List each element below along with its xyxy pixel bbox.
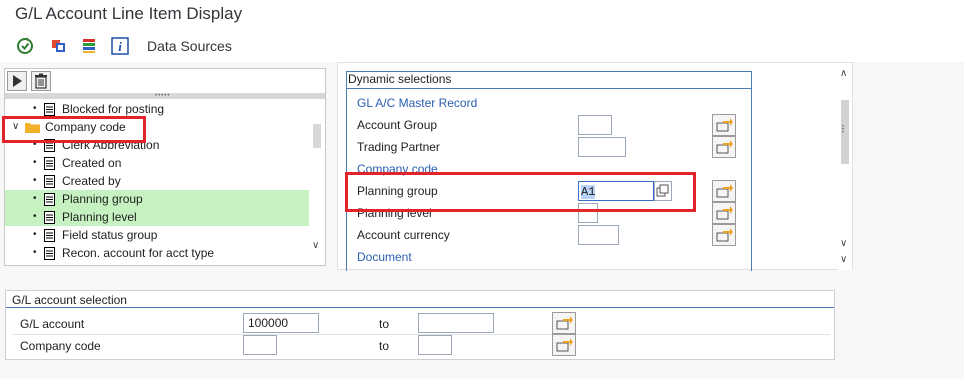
gl-account-selection-group: G/L account selection G/L account 100000… [5,290,835,360]
info-icon[interactable]: i [111,37,129,55]
multiple-selection-icon [716,118,733,132]
tree-item-label: Recon. account for acct type [62,246,215,260]
chevron-down-icon[interactable]: ∨ [840,238,847,249]
account-group-input[interactable] [578,115,612,135]
toolbar: i Data Sources [0,30,964,62]
resize-grip[interactable]: ••••• [155,93,171,99]
trading-partner-input[interactable] [578,137,626,157]
company-code-multiple-selection-button[interactable] [552,334,576,356]
tree-item-planning-level[interactable]: • Planning level [5,208,309,226]
planning-level-multiple-selection-button[interactable] [712,202,736,224]
multiple-selection-icon [556,316,573,330]
scrollbar-thumb[interactable] [313,124,321,148]
account-currency-label: Account currency [357,228,450,242]
trading-partner-label: Trading Partner [357,140,440,154]
tree-item-label: Created on [62,156,122,170]
account-group-multiple-selection-button[interactable] [712,114,736,136]
document-icon [44,247,55,260]
tree-item-recon-account[interactable]: • Recon. account for acct type [5,244,309,262]
tree-item-label: Planning level [62,210,137,224]
trash-icon [35,73,47,89]
section-gl-master-record: GL A/C Master Record [357,96,478,110]
document-icon [44,211,55,224]
planning-group-multiple-selection-button[interactable] [712,180,736,202]
execute-icon[interactable] [16,37,34,55]
gl-account-to-input[interactable] [418,313,494,333]
document-icon [44,157,55,170]
tree-item-label: Planning group [62,192,143,206]
chevron-down-icon[interactable]: ∨ [840,254,847,265]
tree-item-created-on[interactable]: • Created on [5,154,309,172]
chevron-up-icon[interactable]: ∧ [840,68,847,79]
company-code-from-input[interactable] [243,335,277,355]
tree-scrollbar[interactable]: ∨ [310,100,324,265]
play-icon [13,75,22,87]
document-icon [44,193,55,206]
layout-icon[interactable] [50,37,68,55]
chevron-down-icon[interactable]: ∨ [312,240,319,251]
multiple-selection-icon [716,228,733,242]
tree-item-field-status-group[interactable]: • Field status group [5,226,309,244]
dynamic-selections-panel: Dynamic selections GL A/C Master Record … [337,62,853,271]
gl-account-multiple-selection-button[interactable] [552,312,576,334]
account-group-label: Account Group [357,118,438,132]
tree-item-planning-group[interactable]: • Planning group [5,190,309,208]
add-field-button[interactable] [7,71,27,91]
dynamic-selections-scrollbar[interactable]: ∧ • • • ∨ ∨ [838,66,852,270]
document-icon [44,229,55,242]
company-code-label: Company code [20,339,101,353]
gl-account-label: G/L account [20,317,85,331]
account-currency-input[interactable] [578,225,619,245]
account-currency-multiple-selection-button[interactable] [712,224,736,246]
trading-partner-multiple-selection-button[interactable] [712,136,736,158]
list-icon[interactable] [80,37,98,55]
window-title: G/L Account Line Item Display [15,4,243,23]
multiple-selection-icon [716,184,733,198]
company-code-to-input[interactable] [418,335,452,355]
section-document: Document [357,250,412,264]
svg-text:i: i [118,39,122,54]
data-sources-button[interactable]: Data Sources [147,38,232,54]
remove-field-button[interactable] [31,71,51,91]
document-icon [44,175,55,188]
scrollbar-thumb[interactable]: • • • [841,100,849,164]
dynamic-selections-title: Dynamic selections [348,72,452,86]
gl-account-selection-title: G/L account selection [12,293,127,307]
company-code-to-label: to [379,339,390,353]
gl-account-from-input[interactable]: 100000 [243,313,319,333]
annotation-highlight-planning-group [345,172,696,212]
multiple-selection-icon [556,338,573,352]
document-icon [44,103,55,116]
multiple-selection-icon [716,140,733,154]
tree-item-label: Created by [62,174,121,188]
annotation-highlight-company-code [2,116,146,143]
field-tree-panel: ••••• • Blocked for posting ∨ Company co… [4,68,326,266]
tree-item-label: Field status group [62,228,158,242]
tree-item-created-by[interactable]: • Created by [5,172,309,190]
title-bar: G/L Account Line Item Display [0,0,964,30]
multiple-selection-icon [716,206,733,220]
gl-account-to-label: to [379,317,390,331]
